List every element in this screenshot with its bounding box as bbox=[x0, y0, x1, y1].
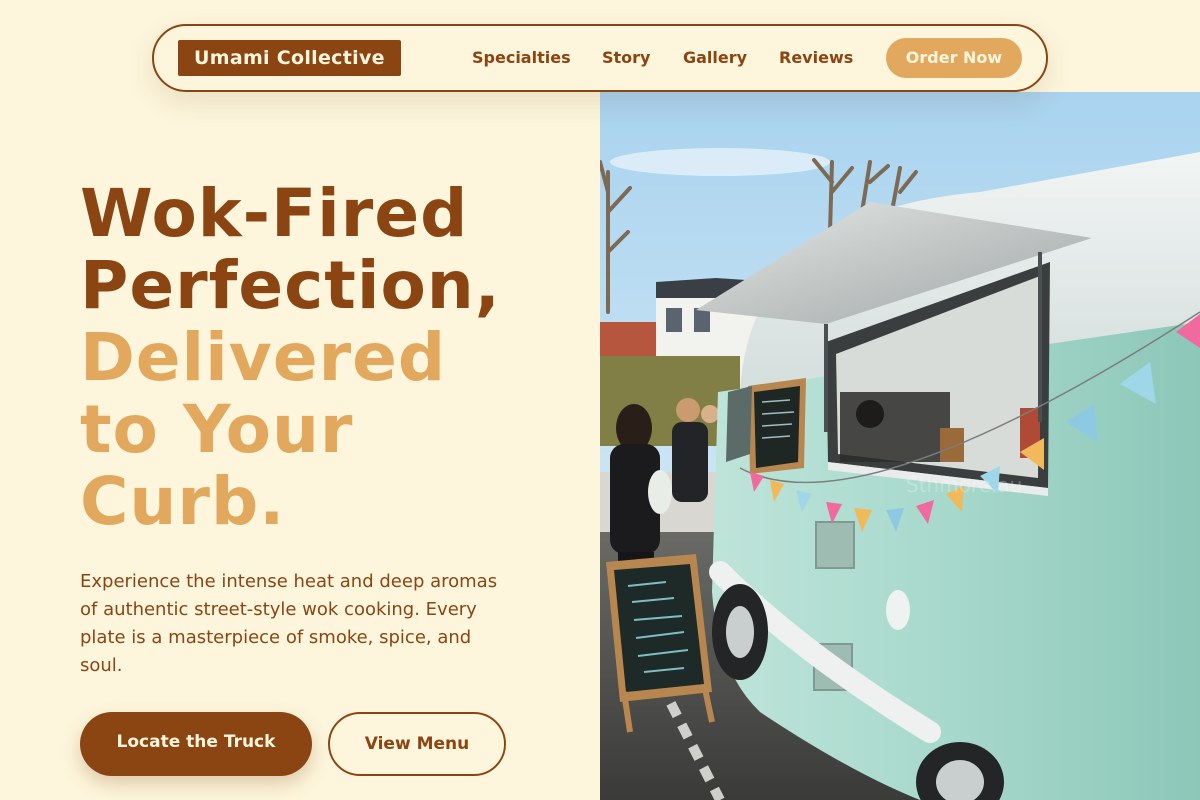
hero-description: Experience the intense heat and deep aro… bbox=[80, 571, 498, 676]
hero-image: Sthmore.au bbox=[600, 92, 1200, 800]
nav-link-specialties[interactable]: Specialties bbox=[472, 26, 571, 90]
top-navigation: Umami Collective Specialties Story Galle… bbox=[152, 24, 1048, 92]
headline-accent-line: to Your bbox=[80, 391, 354, 468]
headline-line: Perfection, bbox=[80, 247, 501, 324]
brand-logo[interactable]: Umami Collective bbox=[178, 40, 401, 76]
nav-link-reviews[interactable]: Reviews bbox=[779, 26, 853, 90]
headline-accent-line: Delivered bbox=[80, 319, 447, 396]
locate-truck-button[interactable]: Locate the Truck bbox=[80, 712, 312, 776]
headline-line: Wok-Fired bbox=[80, 175, 469, 252]
headline-accent-line: Curb. bbox=[80, 463, 286, 540]
food-truck-photo: Sthmore.au bbox=[600, 92, 1200, 800]
hero-headline: Wok-Fired Perfection, Delivered to Your … bbox=[80, 178, 501, 538]
svg-text:Sthmore.au: Sthmore.au bbox=[906, 473, 1022, 497]
nav-link-story[interactable]: Story bbox=[602, 26, 650, 90]
nav-link-gallery[interactable]: Gallery bbox=[683, 26, 747, 90]
view-menu-button[interactable]: View Menu bbox=[328, 712, 506, 776]
order-now-button[interactable]: Order Now bbox=[886, 38, 1022, 78]
